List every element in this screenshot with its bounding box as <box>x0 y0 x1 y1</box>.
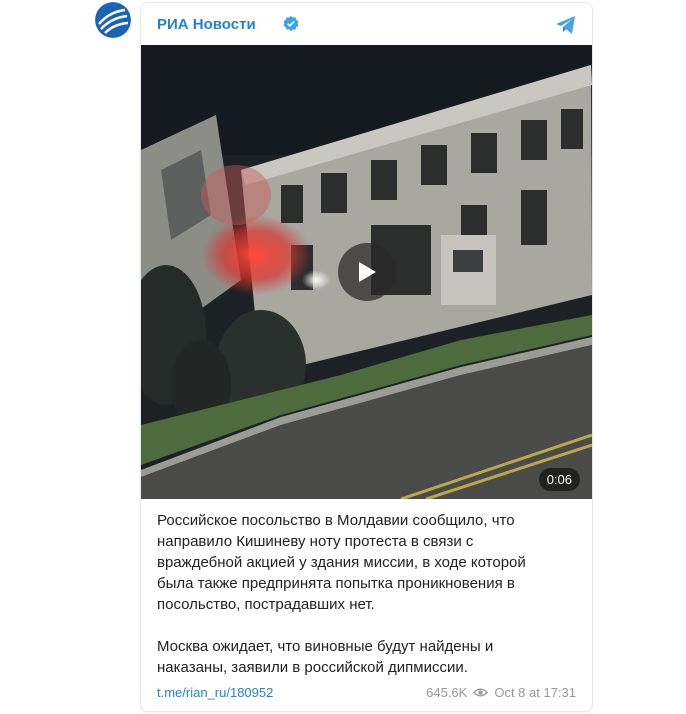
post-header: РИА Новости <box>157 13 580 39</box>
video-player[interactable]: 0:06 <box>141 45 592 499</box>
ria-logo-icon <box>95 2 131 38</box>
play-icon <box>359 262 376 282</box>
post-text: Российское посольство в Молдавии сообщил… <box>157 510 577 699</box>
post-paragraph: Российское посольство в Молдавии сообщил… <box>157 512 526 613</box>
post-card: РИА Новости 0:06 Российское посольство в… <box>140 2 593 712</box>
eye-icon <box>473 688 489 697</box>
channel-avatar[interactable] <box>95 2 131 38</box>
video-duration: 0:06 <box>538 468 580 491</box>
telegram-icon[interactable] <box>554 13 578 37</box>
post-footer: t.me/rian_ru/180952 645.6K Oct 8 at 17:3… <box>157 685 576 703</box>
channel-name[interactable]: РИА Новости <box>157 16 256 33</box>
post-meta: 645.6K Oct 8 at 17:31 <box>426 685 576 700</box>
verified-icon <box>283 15 299 32</box>
play-button[interactable] <box>338 243 396 301</box>
post-link[interactable]: t.me/rian_ru/180952 <box>157 685 273 700</box>
views-count: 645.6K <box>426 685 468 700</box>
post-date: Oct 8 at 17:31 <box>494 685 576 700</box>
post-paragraph: Москва ожидает, что виновные будут найде… <box>157 638 494 676</box>
